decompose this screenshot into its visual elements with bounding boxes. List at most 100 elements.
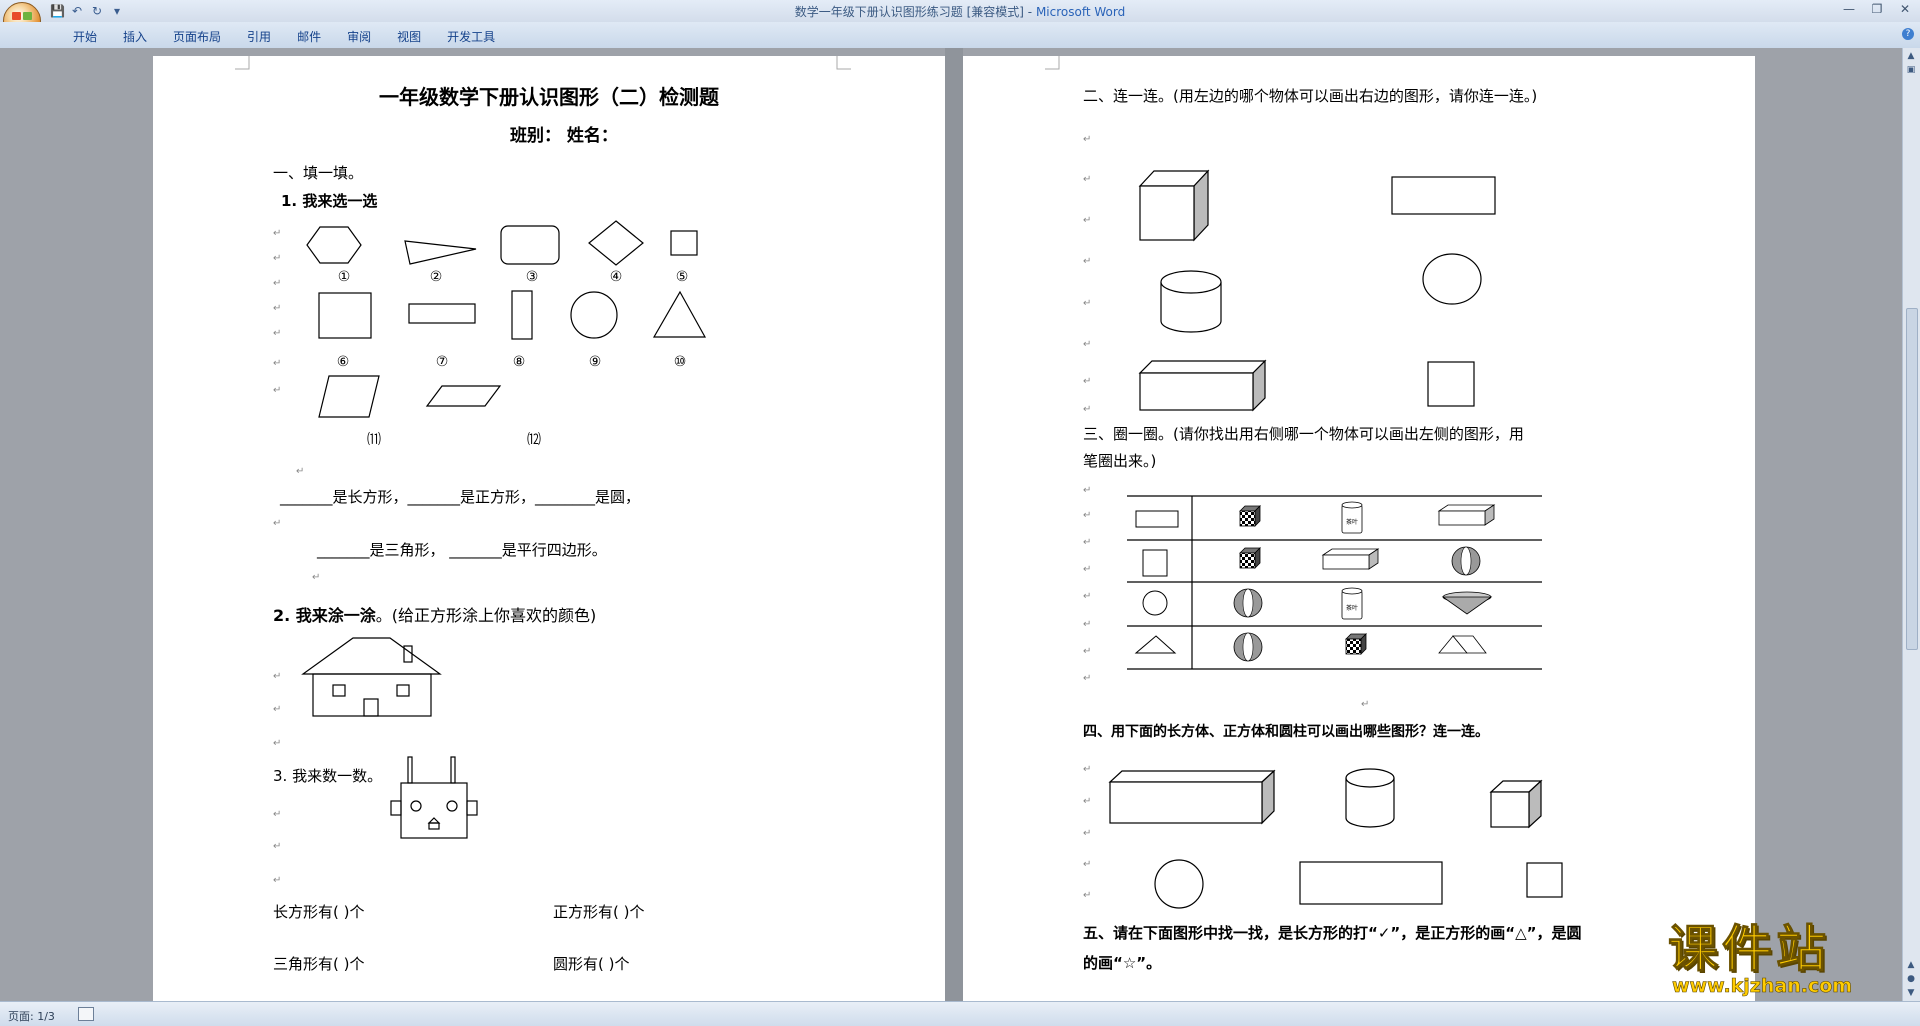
ball-object [1451,546,1481,576]
paragraph-mark: ↵ [273,228,281,239]
tab-developer[interactable]: 开发工具 [434,28,508,45]
question-2-heading: 2. 我来涂一涂。(给正方形涂上你喜欢的颜色) [273,606,596,625]
checkered-cube-object [1239,505,1261,527]
page-indicator[interactable]: 页面: 1/3 [8,1008,55,1024]
paragraph-mark: ↵ [273,358,281,369]
count-rectangles: 长方形有( )个 [273,903,364,921]
shape-label: ③ [526,269,539,285]
shape-label: ⑧ [513,354,526,370]
table-circle [1142,590,1168,616]
vertical-scrollbar[interactable]: ▲ ▣ ▲ ● ▼ [1902,48,1920,1001]
shape-diamond [588,220,644,266]
shape-label: ⑥ [337,354,350,370]
shape-hexagon [306,226,362,264]
tab-view[interactable]: 视图 [384,28,434,45]
tab-insert[interactable]: 插入 [110,28,160,45]
margin-mark [836,56,851,70]
document-title: 数学一年级下册认识图形练习题 [兼容模式] [794,5,1024,19]
paragraph-mark: ↵ [1083,564,1091,575]
tab-references[interactable]: 引用 [234,28,284,45]
margin-mark [235,56,250,70]
shape-circle [570,291,618,339]
watermark-url: www.kjzhan.com [1672,975,1853,998]
paragraph-mark: ↵ [1083,376,1091,387]
status-bar: 页面: 1/3 [0,1001,1920,1026]
restore-icon[interactable]: ❐ [1870,2,1884,16]
section-1-heading: 一、填一填。 [273,164,363,182]
paragraph-mark: ↵ [273,809,281,820]
paragraph-mark: ↵ [1361,699,1369,710]
square-outline [1526,862,1563,898]
page-gap [945,48,963,1001]
minimize-icon[interactable]: — [1842,2,1856,16]
circle-outline [1154,859,1204,909]
document-page-1[interactable]: 一年级数学下册认识图形（二）检测题 班别： 姓名： 一、填一填。 1. 我来选一… [153,56,945,1001]
box-object [1321,548,1380,570]
long-cuboid-object [1108,769,1276,825]
cone-object [1441,591,1493,615]
shape-label: ⑤ [676,269,689,285]
paragraph-mark: ↵ [1083,404,1091,415]
paragraph-mark: ↵ [273,841,281,852]
cylinder-object [1345,768,1395,828]
question-1-heading: 1. 我来选一选 [281,192,377,210]
paragraph-mark: ↵ [1083,796,1091,807]
margin-mark [1045,56,1060,70]
cuboid-object [1138,359,1267,412]
watermark-brand: 课件站 [1668,920,1830,978]
robot-figure [390,756,478,839]
checkered-cube-object [1239,547,1261,569]
macro-record-icon[interactable] [78,1007,94,1021]
tea-can-object: 茶叶 [1341,587,1363,620]
shape-label: ⑾ [367,432,381,448]
shape-label: ⑨ [589,354,602,370]
customize-qat-icon[interactable]: ▾ [110,4,124,18]
tab-mailings[interactable]: 邮件 [284,28,334,45]
document-page-2[interactable]: 二、连一连。(用左边的哪个物体可以画出右边的图形，请你连一连。) 三、圈一圈。(… [963,56,1755,1001]
ball-object [1233,588,1263,618]
ruler-toggle-icon[interactable]: ▣ [1905,64,1917,76]
scroll-up-icon[interactable]: ▲ [1905,50,1917,62]
circle-outline [1422,253,1482,305]
doc-title: 一年级数学下册认识图形（二）检测题 [379,85,720,109]
shape-triangle-2 [652,290,707,338]
paragraph-mark: ↵ [273,704,281,715]
doc-subtitle: 班别： 姓名： [510,125,618,146]
shape-label: ① [338,269,351,285]
paragraph-mark: ↵ [273,253,281,264]
cylinder-object [1160,270,1222,333]
paragraph-mark: ↵ [273,278,281,289]
paragraph-mark: ↵ [1083,890,1091,901]
app-name: Microsoft Word [1035,5,1126,19]
paragraph-mark: ↵ [273,671,281,682]
shape-label: ⑩ [674,354,687,370]
redo-icon[interactable]: ↻ [90,4,104,18]
table-square [1142,549,1168,577]
scrollbar-thumb[interactable] [1906,308,1918,650]
shape-label: ② [430,269,443,285]
help-icon[interactable]: ? [1902,28,1914,40]
count-circles: 圆形有( )个 [553,955,629,973]
paragraph-mark: ↵ [1083,510,1091,521]
close-icon[interactable]: ✕ [1898,2,1912,16]
checkered-cube-object [1345,633,1367,655]
paragraph-mark: ↵ [273,738,281,749]
shape-square [318,292,372,339]
undo-icon[interactable]: ↶ [70,4,84,18]
section-5-heading-line1: 五、请在下面图形中找一找，是长方形的打“✓”，是正方形的画“△”，是圆 [1083,924,1582,942]
paragraph-mark: ↵ [1083,859,1091,870]
paragraph-mark: ↵ [1083,828,1091,839]
shape-label: ④ [610,269,623,285]
table-rectangle [1135,510,1179,528]
tab-page-layout[interactable]: 页面布局 [160,28,234,45]
paragraph-mark: ↵ [296,466,304,477]
fill-blank-line-2: _______是三角形， _______是平行四边形。 [316,541,607,560]
tab-home[interactable]: 开始 [60,28,110,45]
save-icon[interactable]: 💾 [50,4,65,18]
tab-review[interactable]: 审阅 [334,28,384,45]
paragraph-mark: ↵ [1083,174,1091,185]
section-4-heading: 四、用下面的长方体、正方体和圆柱可以画出哪些图形？连一连。 [1083,723,1489,740]
house-figure [301,637,442,717]
svg-text:茶叶: 茶叶 [1346,518,1358,526]
site-watermark: 课件站 www.kjzhan.com [1668,923,1918,999]
